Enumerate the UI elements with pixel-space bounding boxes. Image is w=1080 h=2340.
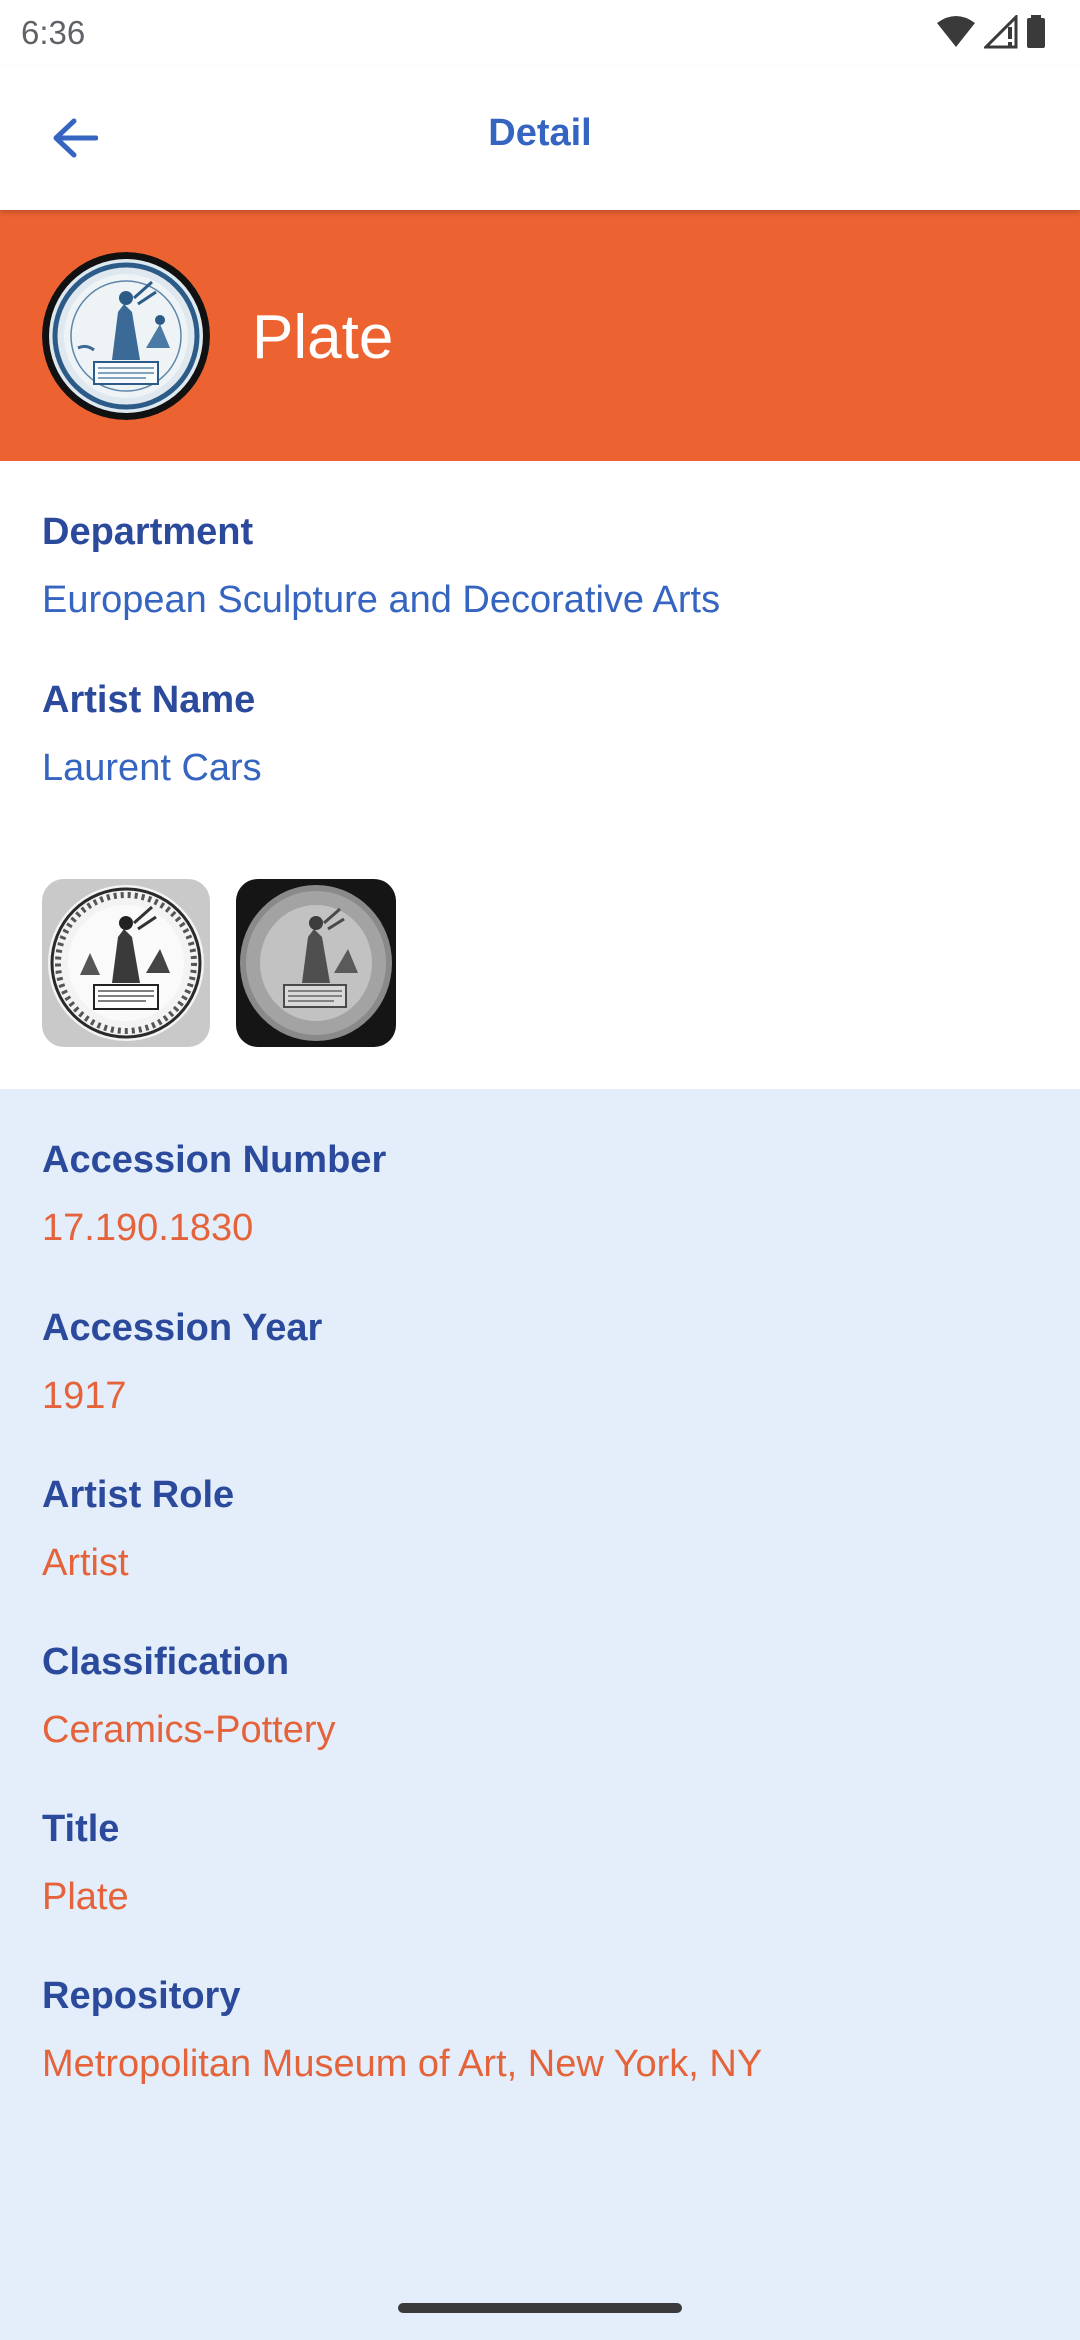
artist-name-value: Laurent Cars <box>42 747 262 789</box>
wifi-icon <box>937 16 975 47</box>
repository-label: Repository <box>42 1975 241 2017</box>
app-bar: Detail <box>0 66 1080 210</box>
accession-year-label: Accession Year <box>42 1307 323 1349</box>
accession-number-label: Accession Number <box>42 1139 387 1181</box>
artist-role-value: Artist <box>42 1542 129 1584</box>
home-indicator[interactable] <box>398 2303 682 2313</box>
artist-role-label: Artist Role <box>42 1474 235 1516</box>
department-label: Department <box>42 511 254 553</box>
title-value: Plate <box>42 1876 129 1918</box>
object-header: Plate <box>0 210 1080 461</box>
signal-icon <box>984 15 1018 49</box>
object-title: Plate <box>252 303 394 372</box>
status-icons <box>936 14 1046 50</box>
primary-info: Department European Sculpture and Decora… <box>0 461 1080 1089</box>
title-label: Title <box>42 1808 120 1850</box>
artist-name-label: Artist Name <box>42 679 256 721</box>
classification-label: Classification <box>42 1641 290 1683</box>
classification-value: Ceramics-Pottery <box>42 1709 336 1751</box>
status-bar: 6:36 <box>0 0 1080 66</box>
details-section: Accession Number 17.190.1830 Accession Y… <box>0 1089 1080 2340</box>
repository-value: Metropolitan Museum of Art, New York, NY <box>42 2043 763 2085</box>
page-title: Detail <box>488 112 592 154</box>
plate-photo-1[interactable] <box>42 879 210 1047</box>
accession-year-value: 1917 <box>42 1375 127 1417</box>
accession-number-value: 17.190.1830 <box>42 1207 254 1249</box>
plate-thumbnail-image <box>42 252 210 420</box>
status-time: 6:36 <box>21 14 86 51</box>
battery-icon <box>1027 15 1045 48</box>
department-value: European Sculpture and Decorative Arts <box>42 579 721 621</box>
plate-photo-2[interactable] <box>236 879 396 1047</box>
